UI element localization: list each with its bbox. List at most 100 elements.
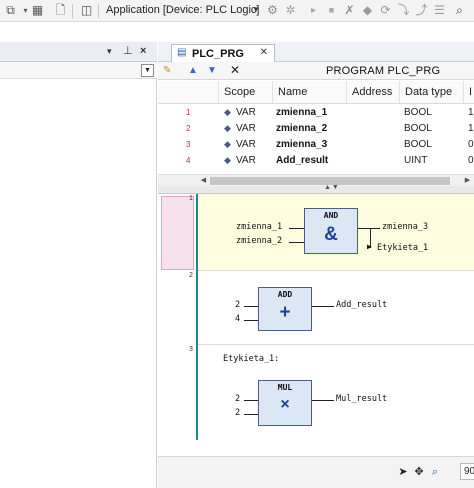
wire bbox=[289, 242, 304, 243]
input-value[interactable]: 4 bbox=[235, 314, 240, 324]
row-initial: 0 bbox=[468, 155, 474, 166]
panel-menu-icon[interactable]: ▾ bbox=[107, 44, 112, 59]
row-initial: 1 bbox=[468, 107, 474, 118]
row-name: zmienna_3 bbox=[276, 139, 328, 150]
delete-icon[interactable]: ✕ bbox=[230, 63, 240, 78]
filter-dropdown-icon[interactable]: ▼ bbox=[141, 64, 154, 77]
application-dropdown-icon[interactable]: ▼ bbox=[252, 5, 260, 14]
row-name: Add_result bbox=[276, 155, 329, 166]
wire bbox=[312, 400, 334, 401]
row-scope: VAR bbox=[236, 107, 256, 118]
input-value[interactable]: 2 bbox=[235, 300, 240, 310]
column-header-scope[interactable]: Scope bbox=[218, 81, 272, 104]
layers-icon[interactable]: ☰ bbox=[432, 3, 447, 18]
table-row[interactable]: 1 ◆ VAR zmienna_1 BOOL 1 bbox=[158, 105, 474, 121]
logout-icon[interactable]: ✲ bbox=[283, 3, 298, 18]
window-icon[interactable]: ◫ bbox=[79, 3, 94, 18]
horizontal-scrollbar[interactable]: ◀ ▶ bbox=[158, 174, 474, 186]
jump-label[interactable]: Etykieta_1 bbox=[377, 243, 428, 253]
column-header-address[interactable]: Address bbox=[346, 81, 399, 104]
variable-table: Scope Name Address Data type I 1 ◆ VAR z… bbox=[158, 81, 474, 174]
tab-plc-prg[interactable]: ▤ PLC_PRG ✕ bbox=[171, 44, 275, 63]
step-over-icon[interactable]: ⟳ bbox=[378, 3, 393, 18]
variable-icon: ◆ bbox=[224, 155, 231, 165]
and-block[interactable]: AND & bbox=[304, 208, 358, 254]
mul-block[interactable]: MUL × bbox=[258, 380, 312, 426]
wire bbox=[244, 320, 258, 321]
block-name: MUL bbox=[277, 383, 293, 392]
toolbar-separator bbox=[72, 4, 73, 18]
search-icon[interactable]: ⌕ bbox=[452, 3, 467, 18]
edit-declaration-icon[interactable]: ✎ bbox=[163, 63, 171, 78]
move-down-icon[interactable]: ▼ bbox=[207, 63, 217, 78]
scroll-left-icon[interactable]: ◀ bbox=[198, 175, 209, 186]
copy-icon[interactable]: ⧉ bbox=[3, 3, 18, 18]
fbd-networks: 1 2 3 zmienna_1 zmienna_2 AND & zmienna_… bbox=[158, 194, 474, 456]
column-header-name[interactable]: Name bbox=[272, 81, 346, 104]
table-row[interactable]: 4 ◆ VAR Add_result UINT 0 bbox=[158, 153, 474, 169]
close-icon[interactable]: × bbox=[140, 44, 146, 59]
row-scope: VAR bbox=[236, 139, 256, 150]
left-panel-header: ▾ ⊥ × bbox=[0, 42, 157, 62]
row-number: 3 bbox=[186, 140, 191, 149]
splitter-arrows-icon[interactable]: ▲▼ bbox=[324, 184, 340, 191]
input-value[interactable]: 2 bbox=[235, 394, 240, 404]
block-name: AND bbox=[323, 211, 339, 220]
input-value[interactable]: 2 bbox=[235, 408, 240, 418]
grid-icon[interactable]: ▦ bbox=[30, 3, 45, 18]
column-header-data-type[interactable]: Data type bbox=[399, 81, 463, 104]
scroll-right-icon[interactable]: ▶ bbox=[462, 175, 473, 186]
left-panel: ▾ ⊥ × ▼ bbox=[0, 42, 157, 488]
zoom-field[interactable]: 90 bbox=[460, 463, 474, 480]
network-number: 3 bbox=[189, 346, 193, 353]
wire bbox=[289, 228, 304, 229]
table-row[interactable]: 2 ◆ VAR zmienna_2 BOOL 1 bbox=[158, 121, 474, 137]
step-into-icon[interactable]: ⤵ bbox=[396, 3, 411, 18]
zoom-icon[interactable]: ⌕ bbox=[428, 465, 442, 479]
page-icon[interactable]: 🗋 bbox=[53, 3, 68, 18]
gutter-line bbox=[196, 194, 198, 440]
row-number: 1 bbox=[186, 108, 191, 117]
network-number: 2 bbox=[189, 272, 193, 279]
stop-icon[interactable]: ■ bbox=[324, 3, 339, 18]
breakpoint-icon[interactable]: ◆ bbox=[360, 3, 375, 18]
row-scope: VAR bbox=[236, 123, 256, 134]
step-out-icon[interactable]: ⤴ bbox=[414, 3, 429, 18]
reset-icon[interactable]: ✗ bbox=[342, 3, 357, 18]
row-name: zmienna_2 bbox=[276, 123, 328, 134]
row-initial: 1 bbox=[468, 123, 474, 134]
block-symbol: & bbox=[324, 224, 338, 245]
column-header-initial[interactable]: I bbox=[463, 81, 474, 104]
move-up-icon[interactable]: ▲ bbox=[188, 63, 198, 78]
row-type: BOOL bbox=[404, 123, 432, 134]
output-label[interactable]: Add_result bbox=[336, 300, 387, 310]
output-label[interactable]: Mul_result bbox=[336, 394, 387, 404]
application-selector[interactable]: Application [Device: PLC Logic] bbox=[106, 4, 259, 16]
wire bbox=[244, 306, 258, 307]
row-type: BOOL bbox=[404, 107, 432, 118]
table-header: Scope Name Address Data type I bbox=[158, 81, 474, 104]
row-name: zmienna_1 bbox=[276, 107, 328, 118]
declaration-toolbar: ✎ ▲ ▼ ✕ PROGRAM PLC_PRG bbox=[158, 62, 474, 80]
row-initial: 0 bbox=[468, 139, 474, 150]
jump-arrow-icon: ▶ bbox=[367, 242, 372, 251]
add-block[interactable]: ADD + bbox=[258, 287, 312, 331]
login-icon[interactable]: ⚙ bbox=[265, 3, 280, 18]
program-title: PROGRAM PLC_PRG bbox=[326, 65, 441, 77]
tab-label: PLC_PRG bbox=[192, 48, 244, 60]
block-symbol: × bbox=[280, 396, 290, 413]
input-label[interactable]: zmienna_1 bbox=[236, 222, 282, 232]
output-label[interactable]: zmienna_3 bbox=[382, 222, 428, 232]
editor-splitter[interactable]: ▲▼ bbox=[158, 184, 474, 194]
pin-icon[interactable]: ⊥ bbox=[123, 44, 133, 59]
start-icon[interactable]: ▸ bbox=[306, 3, 321, 18]
table-row[interactable]: 3 ◆ VAR zmienna_3 BOOL 0 bbox=[158, 137, 474, 153]
input-label[interactable]: zmienna_2 bbox=[236, 236, 282, 246]
network-label: Etykieta_1: bbox=[223, 354, 280, 364]
variable-icon: ◆ bbox=[224, 107, 231, 117]
pointer-icon[interactable]: ➤ bbox=[396, 465, 410, 479]
network-number: 1 bbox=[189, 195, 193, 202]
pan-icon[interactable]: ✥ bbox=[412, 465, 426, 479]
main-toolbar: ⧉ ▾ ▦ 🗋 ◫ Application [Device: PLC Logic… bbox=[0, 0, 474, 22]
tab-close-icon[interactable]: ✕ bbox=[260, 47, 268, 58]
